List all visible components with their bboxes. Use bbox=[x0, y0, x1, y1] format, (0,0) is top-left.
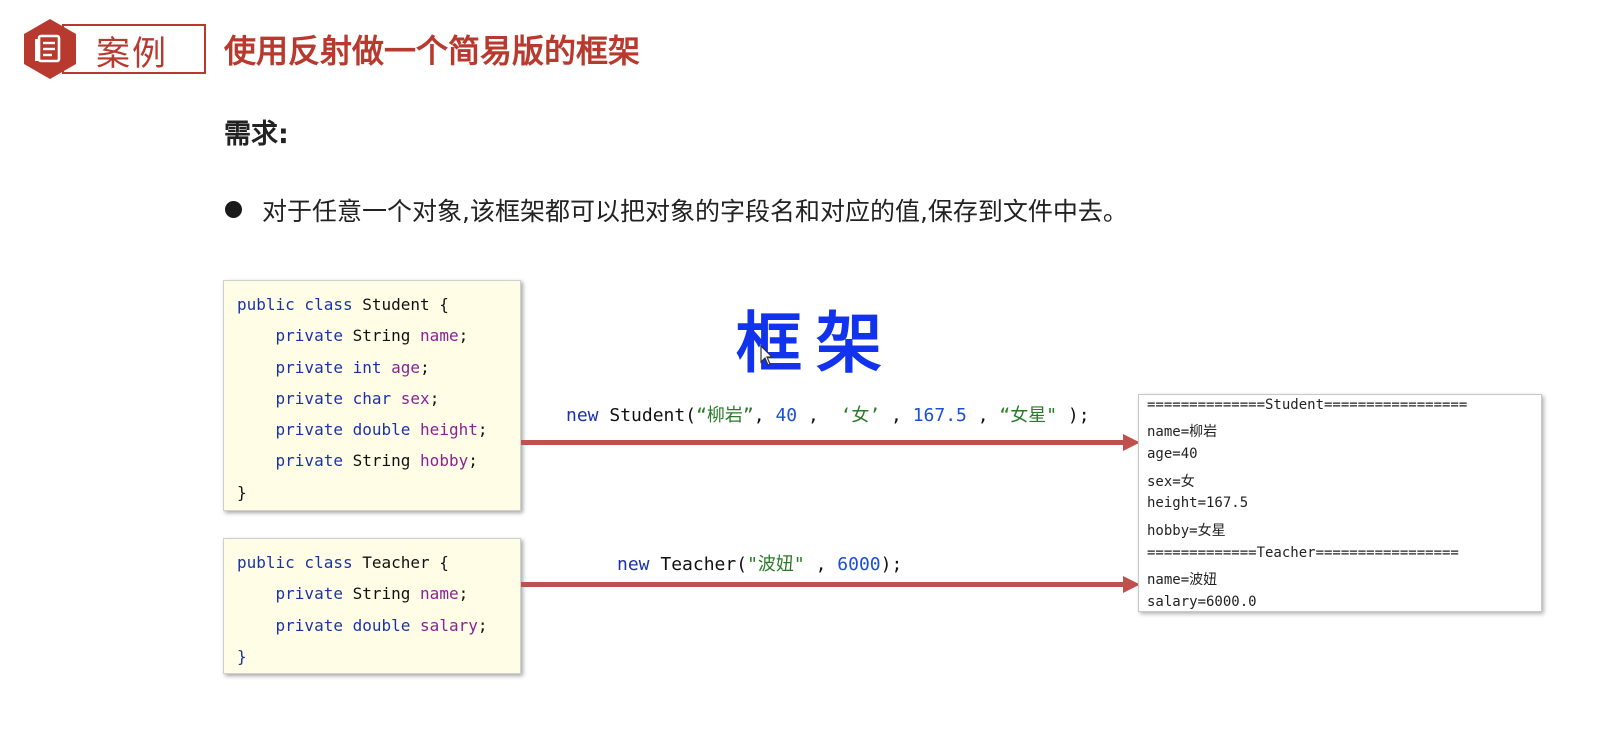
output-line: salary=6000.0 bbox=[1147, 594, 1257, 610]
output-line: name=波妞 bbox=[1147, 572, 1218, 588]
student-arrow bbox=[521, 434, 1140, 451]
output-line: hobby=女星 bbox=[1147, 523, 1226, 539]
code-line: private String name; bbox=[275, 584, 469, 603]
output-file-panel: ==============Student================= n… bbox=[1138, 394, 1542, 612]
code-line: private int age; bbox=[275, 358, 430, 377]
code-line: } bbox=[237, 647, 247, 666]
requirement-heading: 需求: bbox=[224, 119, 289, 150]
code-line: public class Student { bbox=[237, 295, 449, 314]
output-line: sex=女 bbox=[1147, 474, 1195, 490]
code-line: private char sex; bbox=[275, 389, 440, 408]
output-line: ==============Student================= bbox=[1147, 397, 1468, 413]
code-line: private double height; bbox=[275, 420, 488, 439]
teacher-class-code: public class Teacher { private String na… bbox=[223, 538, 521, 674]
handwritten-framework-label: 框架 bbox=[736, 305, 896, 382]
bullet-icon bbox=[225, 201, 242, 218]
student-constructor-call: new Student(“柳岩”, 40 , ‘女’ , 167.5 , “女星… bbox=[566, 405, 1090, 426]
output-line: height=167.5 bbox=[1147, 495, 1249, 511]
requirement-text: 对于任意一个对象,该框架都可以把对象的字段名和对应的值,保存到文件中去。 bbox=[262, 197, 1128, 226]
teacher-constructor-call: new Teacher("波妞" , 6000); bbox=[617, 554, 903, 575]
teacher-arrow bbox=[521, 576, 1140, 593]
output-line: name=柳岩 bbox=[1147, 424, 1218, 440]
badge-label: 案例 bbox=[96, 34, 168, 74]
output-line: =============Teacher================= bbox=[1147, 545, 1459, 561]
code-line: private String hobby; bbox=[275, 451, 478, 470]
code-line: private double salary; bbox=[275, 616, 488, 635]
page-title: 使用反射做一个简易版的框架 bbox=[224, 32, 641, 70]
output-line: age=40 bbox=[1147, 446, 1198, 462]
section-badge: 案例 bbox=[22, 18, 206, 80]
code-line: } bbox=[237, 483, 247, 502]
code-line: public class Teacher { bbox=[237, 553, 449, 572]
student-class-code: public class Student { private String na… bbox=[223, 280, 521, 511]
code-line: private String name; bbox=[275, 326, 469, 345]
document-icon bbox=[24, 19, 76, 79]
mouse-cursor-icon bbox=[760, 345, 774, 366]
